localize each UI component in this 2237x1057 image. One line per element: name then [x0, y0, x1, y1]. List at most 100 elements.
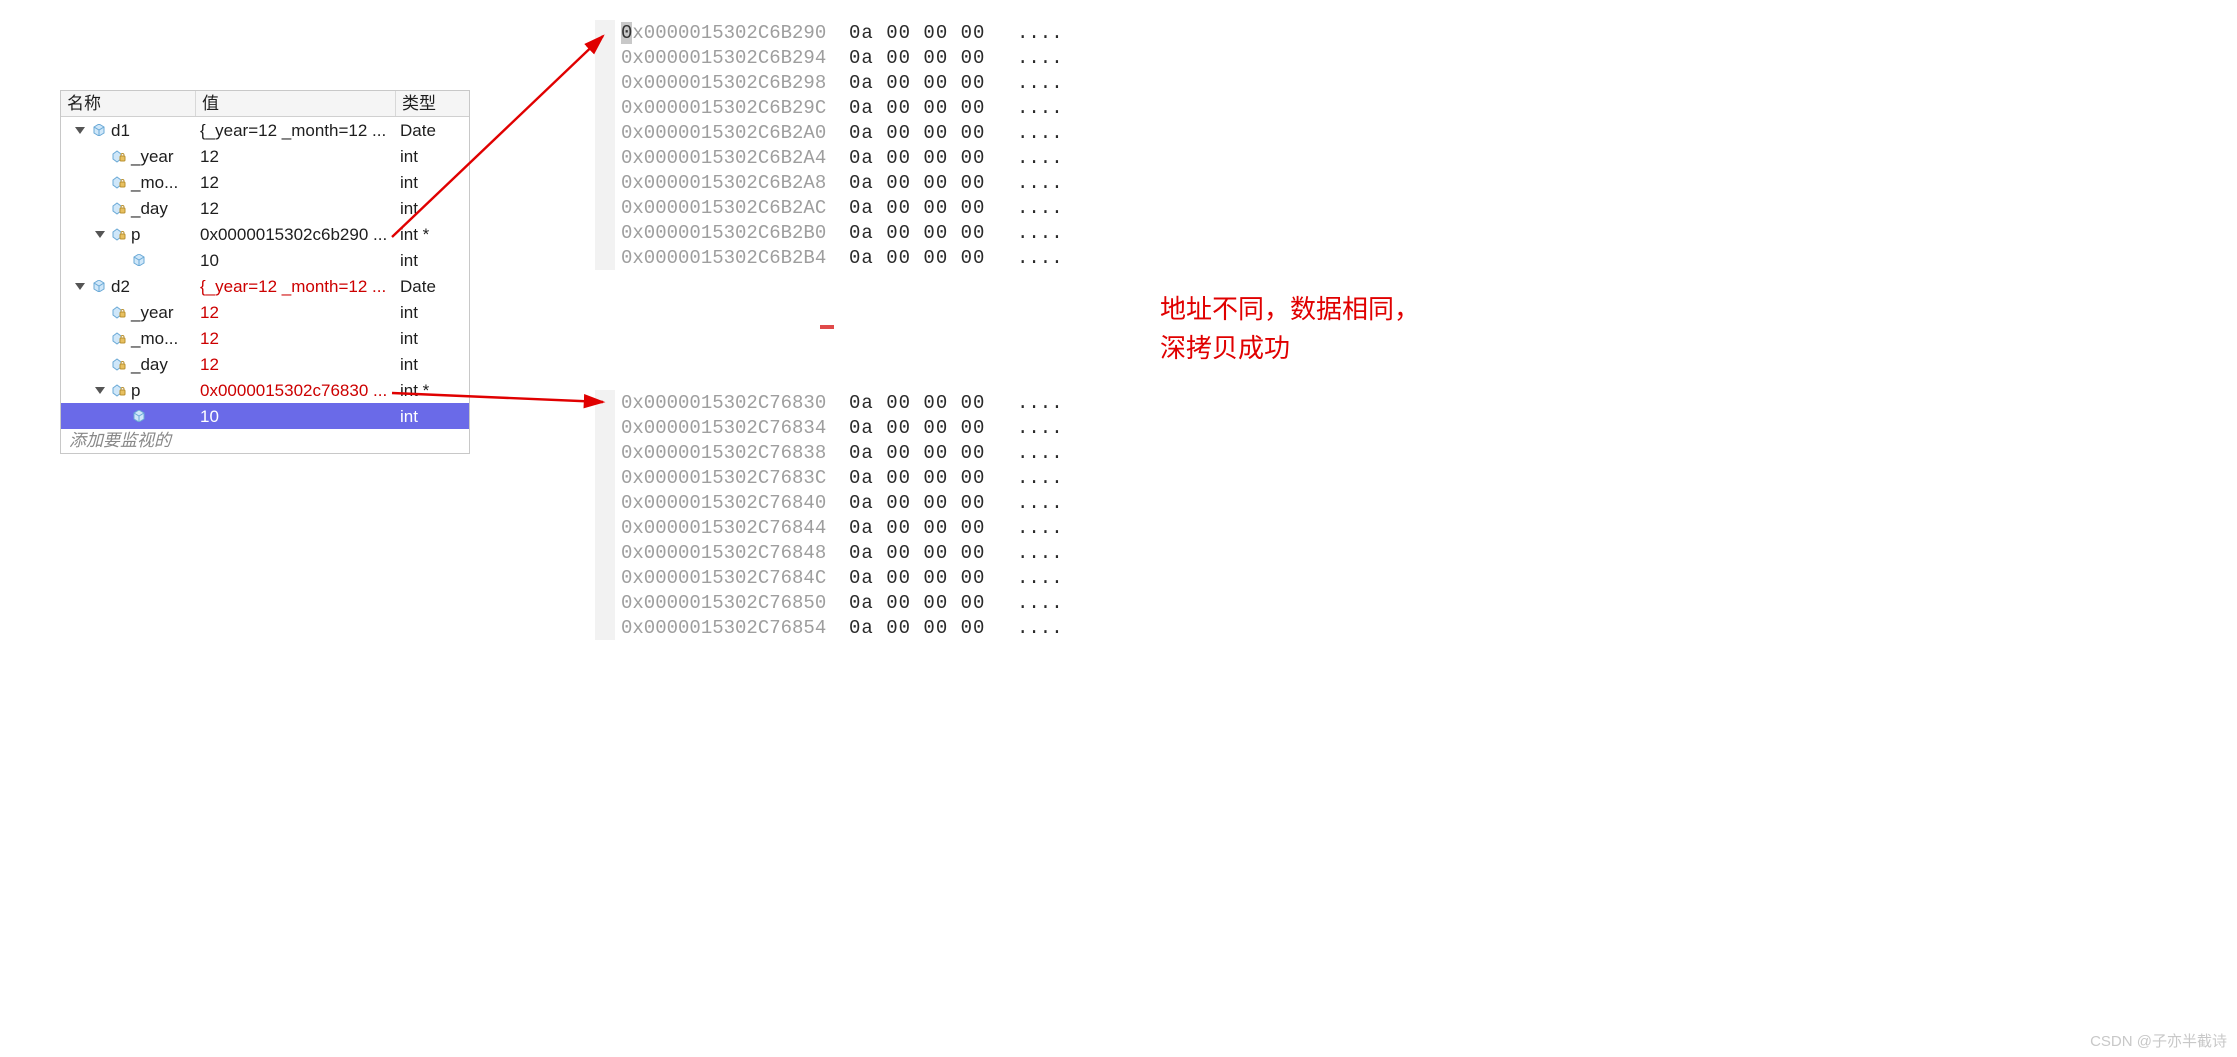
- watch-type-cell: int: [396, 195, 471, 221]
- memory-row[interactable]: 0x0000015302C768540a 00 00 00....: [621, 615, 1087, 640]
- watch-name-cell[interactable]: _day: [61, 351, 196, 377]
- watch-type-cell: int: [396, 247, 471, 273]
- memory-row[interactable]: 0x0000015302C768440a 00 00 00....: [621, 515, 1087, 540]
- memory-bytes: 0a 00 00 00: [849, 172, 989, 194]
- watch-type-label: int *: [400, 226, 429, 243]
- watch-row[interactable]: d2{_year=12 _month=12 ...Date: [61, 273, 469, 299]
- memory-row[interactable]: 0x0000015302C6B2A00a 00 00 00....: [621, 120, 1087, 145]
- memory-ascii: ....: [1017, 47, 1087, 69]
- memory-ascii: ....: [1017, 542, 1087, 564]
- watch-window: 名称 值 类型 d1{_year=12 _month=12 ...Date_ye…: [60, 90, 470, 454]
- watch-name-cell[interactable]: _mo...: [61, 325, 196, 351]
- object-cube-icon: [131, 254, 147, 266]
- watch-name-cell[interactable]: p: [61, 221, 196, 247]
- watch-value-cell[interactable]: 12: [196, 351, 396, 377]
- watch-name-cell[interactable]: [61, 247, 196, 273]
- watch-row[interactable]: 10 int: [61, 403, 469, 429]
- watch-value-label: 12: [200, 356, 219, 373]
- expand-toggle-icon[interactable]: [95, 231, 105, 238]
- watch-name-cell[interactable]: _day: [61, 195, 196, 221]
- memory-row[interactable]: 0x0000015302C768480a 00 00 00....: [621, 540, 1087, 565]
- watch-value-cell[interactable]: 10: [196, 403, 396, 429]
- watch-type-label: int: [400, 252, 418, 269]
- memory-row[interactable]: 0x0000015302C7684C0a 00 00 00....: [621, 565, 1087, 590]
- watch-name-label: _year: [131, 148, 174, 165]
- memory-ascii: ....: [1017, 492, 1087, 514]
- watch-value-cell[interactable]: 12: [196, 169, 396, 195]
- divider-dash: [820, 325, 834, 329]
- watch-name-cell[interactable]: _year: [61, 299, 196, 325]
- watch-name-cell[interactable]: [61, 403, 196, 429]
- memory-row[interactable]: 0x0000015302C6B2A40a 00 00 00....: [621, 145, 1087, 170]
- memory-ascii: ....: [1017, 467, 1087, 489]
- header-value[interactable]: 值: [196, 91, 396, 116]
- watch-name-cell[interactable]: p: [61, 377, 196, 403]
- watch-value-cell[interactable]: 0x0000015302c76830 ...: [196, 377, 396, 403]
- watch-row[interactable]: _mo...12int: [61, 169, 469, 195]
- watch-type-cell: int: [396, 325, 471, 351]
- watch-type-label: int: [400, 356, 418, 373]
- memory-ascii: ....: [1017, 72, 1087, 94]
- memory-row[interactable]: 0x0000015302C6B2900a 00 00 00....: [621, 20, 1087, 45]
- memory-bytes: 0a 00 00 00: [849, 147, 989, 169]
- memory-ascii: ....: [1017, 567, 1087, 589]
- watch-row[interactable]: _year12int: [61, 299, 469, 325]
- memory-row[interactable]: 0x0000015302C6B2940a 00 00 00....: [621, 45, 1087, 70]
- watch-value-label: {_year=12 _month=12 ...: [200, 278, 386, 295]
- watch-row[interactable]: p0x0000015302c6b290 ...int *: [61, 221, 469, 247]
- watch-name-cell[interactable]: d1: [61, 117, 196, 143]
- memory-row[interactable]: 0x0000015302C768300a 00 00 00....: [621, 390, 1087, 415]
- watch-row[interactable]: _day12 int: [61, 351, 469, 377]
- watch-value-cell[interactable]: 12: [196, 325, 396, 351]
- memory-row[interactable]: 0x0000015302C6B2B00a 00 00 00....: [621, 220, 1087, 245]
- watch-type-label: int: [400, 408, 418, 425]
- memory-row[interactable]: 0x0000015302C6B2AC0a 00 00 00....: [621, 195, 1087, 220]
- watch-value-cell[interactable]: {_year=12 _month=12 ...: [196, 117, 396, 143]
- watch-name-cell[interactable]: d2: [61, 273, 196, 299]
- watch-name-label: p: [131, 382, 140, 399]
- header-name[interactable]: 名称: [61, 91, 196, 116]
- memory-address: 0x0000015302C6B298: [621, 72, 821, 94]
- memory-row[interactable]: 0x0000015302C6B29C0a 00 00 00....: [621, 95, 1087, 120]
- watch-type-cell: Date: [396, 117, 471, 143]
- memory-ascii: ....: [1017, 442, 1087, 464]
- watch-row[interactable]: p0x0000015302c76830 ...int *: [61, 377, 469, 403]
- expand-toggle-icon[interactable]: [75, 283, 85, 290]
- field-private-icon: [111, 227, 127, 241]
- header-type[interactable]: 类型: [396, 91, 471, 116]
- watch-row[interactable]: _day12int: [61, 195, 469, 221]
- watch-row[interactable]: 10int: [61, 247, 469, 273]
- memory-bytes: 0a 00 00 00: [849, 97, 989, 119]
- watch-value-cell[interactable]: 12: [196, 143, 396, 169]
- watch-row[interactable]: _mo...12int: [61, 325, 469, 351]
- memory-address: 0x0000015302C6B29C: [621, 97, 821, 119]
- memory-row[interactable]: 0x0000015302C768340a 00 00 00....: [621, 415, 1087, 440]
- memory-row[interactable]: 0x0000015302C6B2B40a 00 00 00....: [621, 245, 1087, 270]
- watch-row[interactable]: d1{_year=12 _month=12 ... Date: [61, 117, 469, 143]
- expand-toggle-icon[interactable]: [75, 127, 85, 134]
- watch-value-label: {_year=12 _month=12 ...: [200, 122, 386, 139]
- watch-name-cell[interactable]: _mo...: [61, 169, 196, 195]
- watch-row[interactable]: _year12int: [61, 143, 469, 169]
- watch-footer[interactable]: 添加要监视的: [61, 429, 469, 453]
- memory-row[interactable]: 0x0000015302C6B2980a 00 00 00....: [621, 70, 1087, 95]
- watch-value-cell[interactable]: 0x0000015302c6b290 ...: [196, 221, 396, 247]
- memory-bytes: 0a 00 00 00: [849, 417, 989, 439]
- watch-value-cell[interactable]: {_year=12 _month=12 ...: [196, 273, 396, 299]
- watch-value-cell[interactable]: 12: [196, 299, 396, 325]
- memory-ascii: ....: [1017, 222, 1087, 244]
- watch-value-cell[interactable]: 10: [196, 247, 396, 273]
- watch-value-cell[interactable]: 12: [196, 195, 396, 221]
- field-private-icon: [111, 357, 127, 371]
- memory-row[interactable]: 0x0000015302C768500a 00 00 00....: [621, 590, 1087, 615]
- memory-ascii: ....: [1017, 517, 1087, 539]
- memory-row[interactable]: 0x0000015302C6B2A80a 00 00 00....: [621, 170, 1087, 195]
- memory-ascii: ....: [1017, 247, 1087, 269]
- memory-row[interactable]: 0x0000015302C768380a 00 00 00....: [621, 440, 1087, 465]
- expand-toggle-icon[interactable]: [95, 387, 105, 394]
- watch-value-label: 10: [200, 408, 219, 425]
- watch-name-cell[interactable]: _year: [61, 143, 196, 169]
- memory-row[interactable]: 0x0000015302C7683C0a 00 00 00....: [621, 465, 1087, 490]
- memory-row[interactable]: 0x0000015302C768400a 00 00 00....: [621, 490, 1087, 515]
- memory-ascii: ....: [1017, 392, 1087, 414]
